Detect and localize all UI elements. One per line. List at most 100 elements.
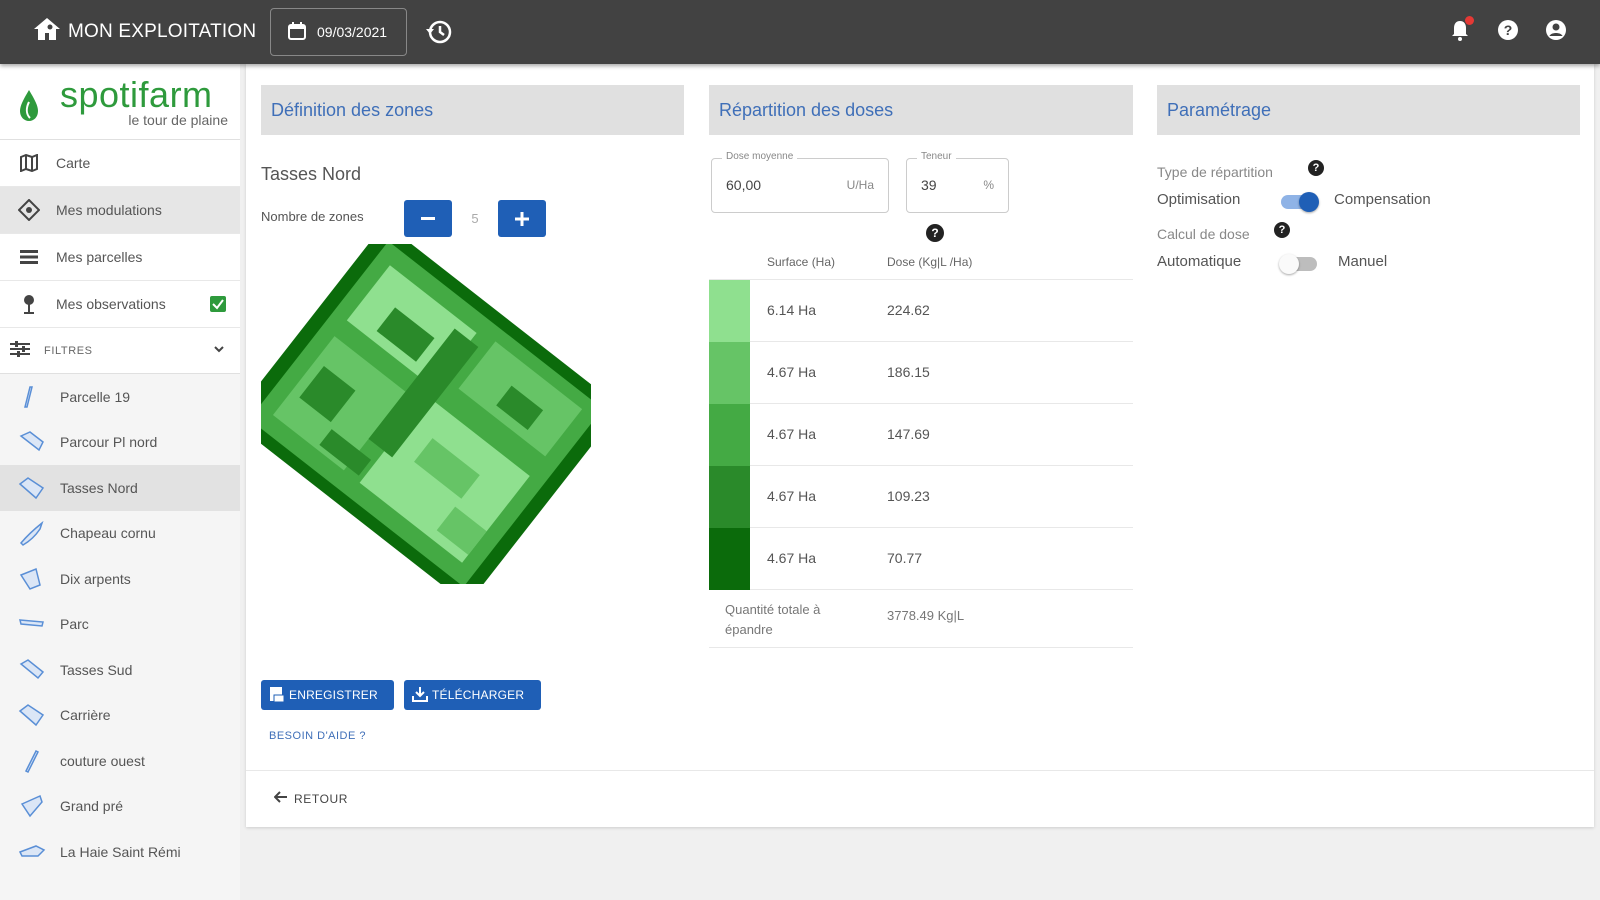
drop-logo-icon	[18, 88, 40, 127]
brand-name: spotifarm	[60, 74, 213, 115]
parcel-item[interactable]: Carrière	[0, 692, 240, 738]
list-icon	[18, 246, 40, 268]
brand-subtitle: le tour de plaine	[128, 112, 228, 128]
parcel-label: Tasses Nord	[60, 479, 138, 496]
modulation-zone-map	[261, 244, 591, 584]
compensation-label: Compensation	[1334, 191, 1431, 208]
parcel-item[interactable]: Dix arpents	[0, 556, 240, 602]
filters-label: FILTRES	[44, 344, 93, 357]
modulation-icon	[18, 199, 40, 221]
map-icon	[18, 152, 40, 174]
zone-color-swatch	[709, 280, 750, 342]
arrow-left-icon	[273, 791, 288, 806]
notification-dot	[1465, 16, 1474, 25]
save-label: ENREGISTRER	[289, 688, 378, 702]
parcel-shape-icon	[18, 701, 46, 729]
zone-surface: 4.67 Ha	[767, 488, 817, 504]
dose-calc-toggle[interactable]	[1279, 254, 1317, 274]
nav-item-modulations[interactable]: Mes modulations	[0, 187, 240, 234]
help-icon[interactable]: ?	[1496, 18, 1522, 44]
manual-label: Manuel	[1338, 253, 1388, 270]
average-dose-unit: U/Ha	[846, 178, 874, 192]
parcel-label: couture ouest	[60, 752, 145, 769]
total-quantity-label: Quantité totale à épandre	[725, 602, 821, 637]
home-button[interactable]: MON EXPLOITATION	[32, 16, 256, 48]
parcel-item[interactable]: La Haie Saint Rémi	[0, 829, 240, 875]
date-value: 09/03/2021	[317, 24, 388, 40]
total-quantity-value: 3778.49 Kg|L	[887, 608, 965, 623]
dose-row: 4.67 Ha 109.23	[709, 466, 1133, 528]
average-dose-field[interactable]: Dose moyenne 60,00 U/Ha	[711, 151, 889, 213]
save-icon	[269, 686, 285, 705]
parcel-item[interactable]: Parc	[0, 601, 240, 647]
zone-dose[interactable]: 109.23	[887, 488, 930, 504]
observations-checkbox[interactable]	[210, 296, 226, 312]
logo[interactable]: spotifarm le tour de plaine	[0, 64, 240, 140]
divider	[246, 770, 1594, 771]
home-label: MON EXPLOITATION	[68, 21, 257, 42]
zone-surface: 6.14 Ha	[767, 302, 817, 318]
download-button[interactable]: TÉLÉCHARGER	[404, 680, 541, 710]
zone-dose[interactable]: 186.15	[887, 364, 930, 380]
content-label: Teneur	[917, 151, 956, 162]
content-field[interactable]: Teneur 39 %	[906, 151, 1009, 213]
parcel-list: Parcelle 19 Parcour Pl nord Tasses Nord Cha…	[0, 374, 240, 875]
history-icon[interactable]	[425, 18, 453, 46]
back-button[interactable]: RETOUR	[273, 791, 348, 806]
nav-item-observations[interactable]: Mes observations	[0, 281, 240, 328]
nav-label: Mes modulations	[56, 202, 162, 218]
doses-section-header: Répartition des doses	[709, 85, 1133, 135]
zone-surface: 4.67 Ha	[767, 426, 817, 442]
average-dose-label: Dose moyenne	[722, 151, 798, 162]
parcel-item[interactable]: Parcelle 19	[0, 374, 240, 420]
decrease-zones-button[interactable]	[404, 200, 452, 237]
save-button[interactable]: ENREGISTRER	[261, 680, 394, 710]
parcel-item[interactable]: Grand pré	[0, 783, 240, 829]
parcel-shape-icon	[18, 792, 46, 820]
dose-column-header: Dose (Kg|L /Ha)	[887, 255, 973, 269]
download-label: TÉLÉCHARGER	[432, 688, 525, 702]
nav-item-carte[interactable]: Carte	[0, 140, 240, 187]
download-icon	[412, 686, 428, 705]
date-picker-button[interactable]: 09/03/2021	[270, 8, 407, 56]
chevron-down-icon	[212, 342, 226, 359]
parcel-label: Chapeau cornu	[60, 525, 156, 542]
zone-dose[interactable]: 224.62	[887, 302, 930, 318]
zone-color-swatch	[709, 342, 750, 404]
parcel-shape-icon	[18, 474, 46, 502]
zone-surface: 4.67 Ha	[767, 364, 817, 380]
zone-dose[interactable]: 70.77	[887, 550, 922, 566]
zone-dose[interactable]: 147.69	[887, 426, 930, 442]
pin-icon	[18, 293, 40, 315]
parcel-label: Grand pré	[60, 798, 124, 815]
parcel-item[interactable]: Tasses Nord	[0, 465, 240, 511]
parcel-shape-icon	[18, 565, 46, 593]
distribution-type-toggle[interactable]	[1281, 192, 1319, 212]
bell-icon[interactable]	[1448, 16, 1474, 44]
zones-count-value[interactable]: 5	[452, 200, 498, 237]
help-icon[interactable]: ?	[926, 224, 944, 242]
account-icon[interactable]	[1544, 18, 1570, 44]
main-card: Définition des zones Répartition des dos…	[246, 64, 1594, 827]
dose-table: Surface (Ha) Dose (Kg|L /Ha) 6.14 Ha 224.…	[709, 244, 1133, 648]
help-icon[interactable]: ?	[1274, 222, 1290, 238]
nav-item-parcelles[interactable]: Mes parcelles	[0, 234, 240, 281]
increase-zones-button[interactable]	[498, 200, 546, 237]
help-link[interactable]: BESOIN D'AIDE ?	[269, 730, 366, 742]
parcel-shape-icon	[18, 838, 46, 866]
parcel-item[interactable]: Chapeau cornu	[0, 510, 240, 556]
parcel-item[interactable]: couture ouest	[0, 738, 240, 784]
dose-row: 4.67 Ha 186.15	[709, 342, 1133, 404]
parcel-item[interactable]: Tasses Sud	[0, 647, 240, 693]
svg-text:?: ?	[1504, 22, 1513, 38]
parcel-shape-icon	[18, 519, 46, 547]
help-icon[interactable]: ?	[1308, 160, 1324, 176]
home-icon	[32, 15, 62, 49]
filters-toggle[interactable]: FILTRES	[0, 328, 240, 374]
parcel-item[interactable]: Parcour Pl nord	[0, 419, 240, 465]
parcel-shape-icon	[18, 656, 46, 684]
parcel-shape-icon	[18, 428, 46, 456]
content-unit: %	[983, 178, 994, 192]
nav-label: Mes parcelles	[56, 249, 143, 265]
params-section-header: Paramétrage	[1157, 85, 1580, 135]
